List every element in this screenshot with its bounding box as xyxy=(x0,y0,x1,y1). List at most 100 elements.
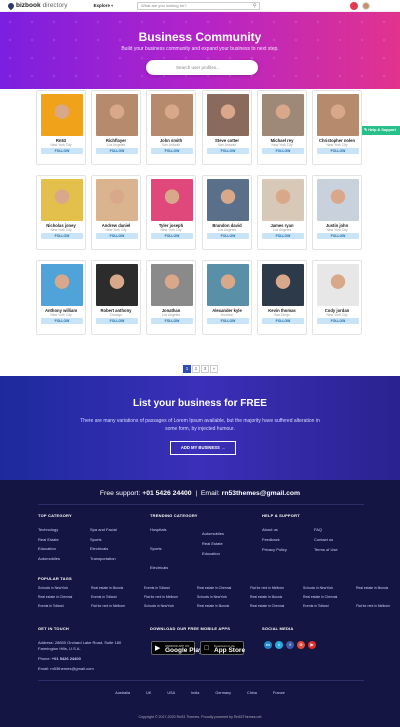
profile-card[interactable]: Justin john New York City FOLLOW xyxy=(312,175,362,250)
support-email[interactable]: rn53themes@gmail.com xyxy=(222,490,300,497)
search-icon[interactable]: ⚲ xyxy=(253,3,259,9)
footer-link[interactable]: Education xyxy=(38,546,56,551)
profile-photo[interactable] xyxy=(41,264,83,306)
google-plus-icon[interactable]: G xyxy=(297,641,305,649)
add-business-button[interactable]: ADD MY BUSINESS → xyxy=(170,441,236,455)
profile-photo[interactable] xyxy=(262,264,304,306)
country-link[interactable]: France xyxy=(273,691,285,695)
footer-link[interactable]: Real Estate xyxy=(38,537,59,542)
phone-value[interactable]: +01 5426 24400 xyxy=(52,656,81,661)
footer-link[interactable]: Education xyxy=(202,551,220,556)
profile-card[interactable]: Cody jordan New York City FOLLOW xyxy=(312,260,362,335)
follow-button[interactable]: FOLLOW xyxy=(317,233,359,239)
tag-link[interactable]: Real estate in Illunois xyxy=(197,604,229,608)
country-link[interactable]: Germany xyxy=(215,691,231,695)
follow-button[interactable]: FOLLOW xyxy=(41,318,83,324)
profile-photo[interactable] xyxy=(151,94,193,136)
avatar[interactable] xyxy=(362,2,370,10)
follow-button[interactable]: FOLLOW xyxy=(151,318,193,324)
explore-menu[interactable]: Explore xyxy=(94,3,114,8)
footer-link[interactable]: Feedback xyxy=(262,537,280,542)
follow-button[interactable]: FOLLOW xyxy=(96,233,138,239)
tag-link[interactable]: Events in Tolland xyxy=(144,586,170,590)
profile-card[interactable]: Kevin thomas San Diego FOLLOW xyxy=(257,260,307,335)
footer-link[interactable]: Spa and Facial xyxy=(90,527,117,532)
site-logo[interactable]: bizbook directory xyxy=(6,1,68,10)
tag-link[interactable]: Flat for rent in Melborn xyxy=(250,586,284,590)
profile-photo[interactable] xyxy=(262,179,304,221)
follow-button[interactable]: FOLLOW xyxy=(96,318,138,324)
tag-link[interactable]: Flat for rent in Melborn xyxy=(356,604,390,608)
country-link[interactable]: Australia xyxy=(115,691,130,695)
follow-button[interactable]: FOLLOW xyxy=(262,318,304,324)
facebook-icon[interactable]: f xyxy=(286,641,294,649)
tag-link[interactable]: Events in Tolland xyxy=(91,595,117,599)
country-link[interactable]: USA xyxy=(167,691,175,695)
tag-link[interactable]: Schools in NewYork xyxy=(197,595,227,599)
footer-link[interactable]: Transportation xyxy=(90,556,116,561)
profile-card[interactable]: Brandon david Los Angeles FOLLOW xyxy=(202,175,252,250)
footer-link[interactable]: Sports xyxy=(90,537,102,542)
footer-link[interactable]: Terms of Use xyxy=(314,547,338,552)
top-search-input[interactable]: What are you looking for? xyxy=(137,2,260,10)
profile-card[interactable]: Anthony william New York City FOLLOW xyxy=(36,260,86,335)
tag-link[interactable]: Flat for rent in Melborn xyxy=(144,595,178,599)
profile-photo[interactable] xyxy=(317,179,359,221)
profile-photo[interactable] xyxy=(317,94,359,136)
footer-link[interactable]: About us xyxy=(262,527,278,532)
profile-card[interactable]: Tyler joseph New York City FOLLOW xyxy=(146,175,196,250)
tag-link[interactable]: Schools in NewYork xyxy=(144,604,174,608)
follow-button[interactable]: FOLLOW xyxy=(207,233,249,239)
follow-button[interactable]: FOLLOW xyxy=(41,233,83,239)
profile-card[interactable]: Steve cotter San Antonio FOLLOW xyxy=(202,90,252,165)
support-phone[interactable]: +01 5426 24400 xyxy=(142,490,191,497)
page-1-button[interactable]: 1 xyxy=(183,365,191,373)
profile-card[interactable]: Richflayer Los Angeles FOLLOW xyxy=(91,90,141,165)
twitter-icon[interactable]: t xyxy=(275,641,283,649)
tag-link[interactable]: Real estate in Chennai xyxy=(197,586,231,590)
profile-photo[interactable] xyxy=(96,179,138,221)
tag-link[interactable]: Schools in NewYork xyxy=(38,586,68,590)
profile-photo[interactable] xyxy=(151,264,193,306)
next-page-button[interactable]: » xyxy=(210,365,218,373)
profile-card[interactable]: Michael rey New York City FOLLOW xyxy=(257,90,307,165)
footer-link[interactable]: Sports xyxy=(150,546,162,551)
profile-card[interactable]: Andrew daniel New York City FOLLOW xyxy=(91,175,141,250)
tag-link[interactable]: Real estate in Illunois xyxy=(356,586,388,590)
linkedin-icon[interactable]: in xyxy=(264,641,272,649)
profile-photo[interactable] xyxy=(207,94,249,136)
tag-link[interactable]: Real estate in Chennai xyxy=(250,604,284,608)
follow-button[interactable]: FOLLOW xyxy=(262,148,304,154)
footer-link[interactable]: Hospitals xyxy=(150,527,166,532)
follow-button[interactable]: FOLLOW xyxy=(96,148,138,154)
profile-card[interactable]: Alexander kyle Houston FOLLOW xyxy=(202,260,252,335)
youtube-icon[interactable]: ▶ xyxy=(308,641,316,649)
footer-link[interactable]: Automobiles xyxy=(202,531,224,536)
footer-link[interactable]: FAQ xyxy=(314,527,322,532)
tag-link[interactable]: Real estate in Illunois xyxy=(250,595,282,599)
tag-link[interactable]: Events in Tolland xyxy=(38,604,64,608)
country-link[interactable]: UK xyxy=(146,691,151,695)
follow-button[interactable]: FOLLOW xyxy=(317,318,359,324)
notification-icon[interactable] xyxy=(350,2,358,10)
page-3-button[interactable]: 3 xyxy=(201,365,209,373)
profile-photo[interactable] xyxy=(41,94,83,136)
profile-photo[interactable] xyxy=(317,264,359,306)
footer-link[interactable]: Contact us xyxy=(314,537,333,542)
tag-link[interactable]: Real estate in Chennai xyxy=(303,595,337,599)
country-link[interactable]: India xyxy=(191,691,199,695)
country-link[interactable]: China xyxy=(247,691,257,695)
footer-link[interactable]: Automobiles xyxy=(38,556,60,561)
email-value[interactable]: rn53themes@gmail.com xyxy=(50,666,93,671)
footer-link[interactable]: Technology xyxy=(38,527,58,532)
profile-photo[interactable] xyxy=(96,94,138,136)
tag-link[interactable]: Events in Tolland xyxy=(303,604,329,608)
help-support-button[interactable]: ✎ Help & Support xyxy=(358,126,400,135)
tag-link[interactable]: Real estate in Chennai xyxy=(38,595,72,599)
profile-card[interactable]: Robert anthony Chicago FOLLOW xyxy=(91,260,141,335)
follow-button[interactable]: FOLLOW xyxy=(317,148,359,154)
app-store-button[interactable]: Download on theApp Store xyxy=(200,641,245,655)
follow-button[interactable]: FOLLOW xyxy=(151,148,193,154)
follow-button[interactable]: FOLLOW xyxy=(207,318,249,324)
footer-link[interactable]: Electricals xyxy=(90,546,108,551)
